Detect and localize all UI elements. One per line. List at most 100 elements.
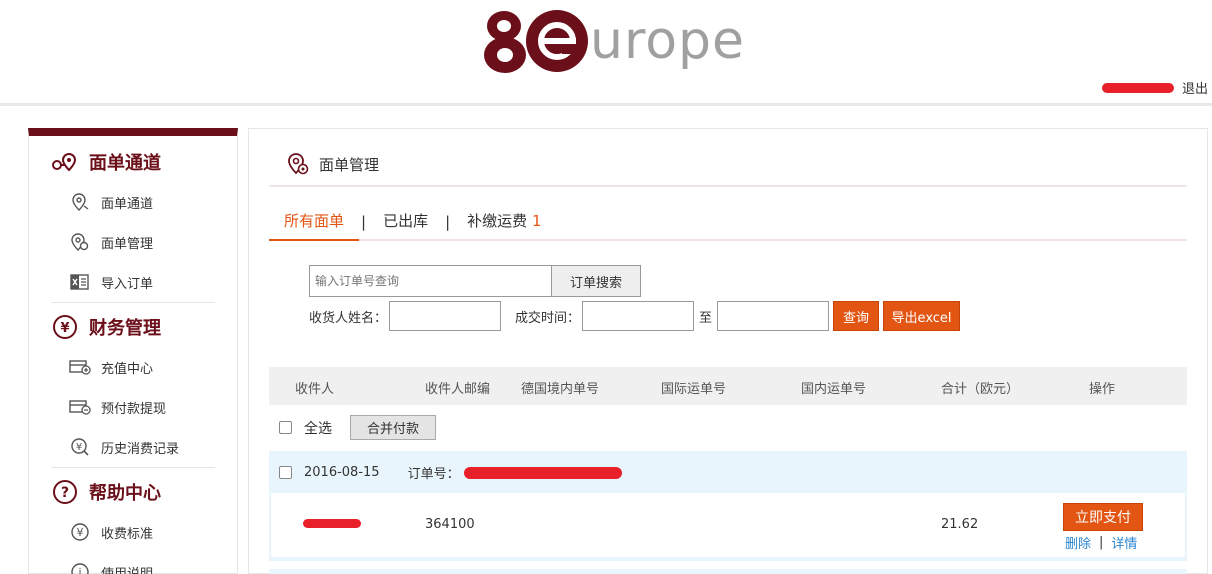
table-header: 收件人 收件人邮编 德国境内单号 国际运单号 国内运单号 合计（欧元） 操作: [269, 367, 1187, 405]
next-order-item: [269, 569, 1187, 574]
deal-time-label: 成交时间：: [515, 310, 581, 326]
order-search-button[interactable]: 订单搜索: [551, 265, 641, 297]
end-date-input[interactable]: [717, 301, 830, 331]
order-number-label: 订单号：: [407, 467, 460, 482]
sidebar-heading-label: 帮助中心: [89, 483, 161, 504]
yen-circle-icon: ¥: [51, 313, 79, 341]
info-circle-icon: i: [69, 561, 91, 574]
tab-shipped[interactable]: 已出库: [368, 210, 443, 239]
tab-label: 补缴运费: [467, 212, 528, 230]
details-link[interactable]: 详情: [1111, 533, 1137, 552]
column-header: 收件人邮编: [425, 382, 491, 397]
sidebar-section-finance: ¥ 财务管理 充值中心 预付款提现 ¥ 历史消费记录: [29, 303, 237, 467]
logout-link[interactable]: 退出: [1182, 78, 1208, 97]
svg-text:¥: ¥: [77, 526, 84, 539]
card-minus-icon: [69, 396, 91, 418]
redacted-receiver-name: [303, 519, 361, 528]
tab-bar: 所有面单 | 已出库 | 补缴运费 1: [269, 205, 1187, 241]
redacted-order-number: [463, 466, 622, 479]
order-total: 21.62: [941, 517, 979, 532]
redacted-username: [1101, 82, 1174, 93]
column-header: 收件人: [295, 382, 335, 397]
select-all-checkbox[interactable]: [279, 421, 292, 434]
yen-circle-icon: ¥: [69, 521, 91, 543]
tab-separator: |: [445, 213, 451, 231]
logo[interactable]: urope: [484, 6, 745, 76]
tab-supplementary-freight[interactable]: 补缴运费 1: [452, 210, 556, 239]
tab-count-badge: 1: [531, 212, 542, 230]
date-range-to-label: 至: [699, 310, 713, 326]
location-pin-icon: [69, 191, 91, 213]
svg-text:?: ?: [61, 485, 69, 501]
sidebar-item-history[interactable]: ¥ 历史消费记录: [51, 427, 221, 467]
order-action-links: 删除 | 详情: [1065, 533, 1137, 552]
sidebar-heading-help: ? 帮助中心: [51, 472, 221, 512]
sidebar-item-import-orders[interactable]: 导入订单: [51, 262, 221, 302]
receiver-zip: 364100: [425, 517, 475, 532]
svg-text:i: i: [78, 566, 81, 574]
svg-text:¥: ¥: [60, 321, 69, 336]
tab-separator: |: [361, 213, 367, 231]
header: urope 退出: [0, 0, 1212, 106]
export-excel-button[interactable]: 导出excel: [883, 301, 961, 331]
column-header: 国际运单号: [661, 382, 727, 397]
sidebar-section-waybill: 面单通道 面单通道 面单管理 导入订单: [29, 136, 237, 302]
column-header: 德国境内单号: [521, 382, 600, 397]
sidebar-heading-label: 财务管理: [89, 318, 161, 339]
select-all-row: 全选 合并付款: [279, 415, 436, 440]
sidebar-item-waybill-channel[interactable]: 面单通道: [51, 182, 221, 222]
order-item: 2016-08-15 订单号： 364100 21.62 立即支付 删除 | 详…: [269, 451, 1187, 561]
sidebar-item-label: 导入订单: [101, 276, 154, 292]
logo-text: urope: [590, 11, 746, 71]
page-title: 面单管理: [319, 155, 380, 174]
tab-all-waybills[interactable]: 所有面单: [269, 210, 360, 241]
card-plus-icon: [69, 356, 91, 378]
order-checkbox[interactable]: [279, 466, 292, 479]
order-detail-row: 364100 21.62 立即支付 删除 | 详情: [271, 493, 1185, 557]
sidebar-section-help: ? 帮助中心 ¥ 收费标准 i 使用说明: [29, 468, 237, 574]
column-header: 操作: [1089, 382, 1116, 397]
start-date-input[interactable]: [582, 301, 695, 331]
sidebar-item-label: 预付款提现: [101, 401, 167, 417]
sidebar-item-recharge[interactable]: 充值中心: [51, 347, 221, 387]
logo-eight-mark: [484, 9, 526, 73]
sidebar-item-prepaid-withdraw[interactable]: 预付款提现: [51, 387, 221, 427]
receiver-name-input[interactable]: [389, 301, 502, 331]
receiver-name-label: 收货人姓名：: [309, 310, 388, 326]
sidebar: 面单通道 面单通道 面单管理 导入订单 ¥ 财务管理 充值中心 预付款提现 ¥ …: [28, 128, 238, 574]
logo-e-mark: [526, 10, 588, 72]
link-separator: |: [1099, 535, 1104, 550]
yen-search-icon: ¥: [69, 436, 91, 458]
select-all-label: 全选: [304, 420, 332, 437]
excel-import-icon: [69, 271, 91, 293]
sidebar-heading-finance: ¥ 财务管理: [51, 307, 221, 347]
sidebar-item-label: 历史消费记录: [101, 441, 180, 457]
merge-pay-button[interactable]: 合并付款: [350, 415, 436, 440]
column-header: 合计（欧元）: [941, 382, 1020, 397]
order-date: 2016-08-15: [304, 465, 380, 480]
pay-now-button[interactable]: 立即支付: [1063, 503, 1143, 531]
svg-text:¥: ¥: [76, 442, 82, 453]
sidebar-item-label: 收费标准: [101, 526, 154, 542]
column-header: 国内运单号: [801, 382, 867, 397]
sidebar-item-instructions[interactable]: i 使用说明: [51, 552, 221, 574]
filter-row: 收货人姓名： 成交时间： 至 查询 导出excel: [309, 301, 961, 331]
order-header: 2016-08-15 订单号：: [279, 463, 622, 482]
page-title-bar: 面单管理: [269, 143, 1187, 187]
route-icon: [51, 148, 79, 176]
sidebar-item-label: 充值中心: [101, 361, 154, 377]
sidebar-item-waybill-management[interactable]: 面单管理: [51, 222, 221, 262]
sidebar-item-label: 面单管理: [101, 236, 154, 252]
location-gear-icon: [69, 231, 91, 253]
sidebar-heading-waybill: 面单通道: [51, 142, 221, 182]
sidebar-item-pricing[interactable]: ¥ 收费标准: [51, 512, 221, 552]
order-search: 订单搜索: [309, 265, 641, 297]
user-area: 退出: [1101, 78, 1208, 97]
query-button[interactable]: 查询: [833, 301, 880, 331]
order-number-search-input[interactable]: [309, 265, 551, 297]
delete-link[interactable]: 删除: [1065, 533, 1091, 552]
sidebar-item-label: 使用说明: [101, 566, 154, 574]
question-circle-icon: ?: [51, 478, 79, 506]
main-panel: 面单管理 所有面单 | 已出库 | 补缴运费 1 订单搜索 收货人姓名： 成交时…: [248, 128, 1208, 574]
sidebar-item-label: 面单通道: [101, 196, 154, 212]
